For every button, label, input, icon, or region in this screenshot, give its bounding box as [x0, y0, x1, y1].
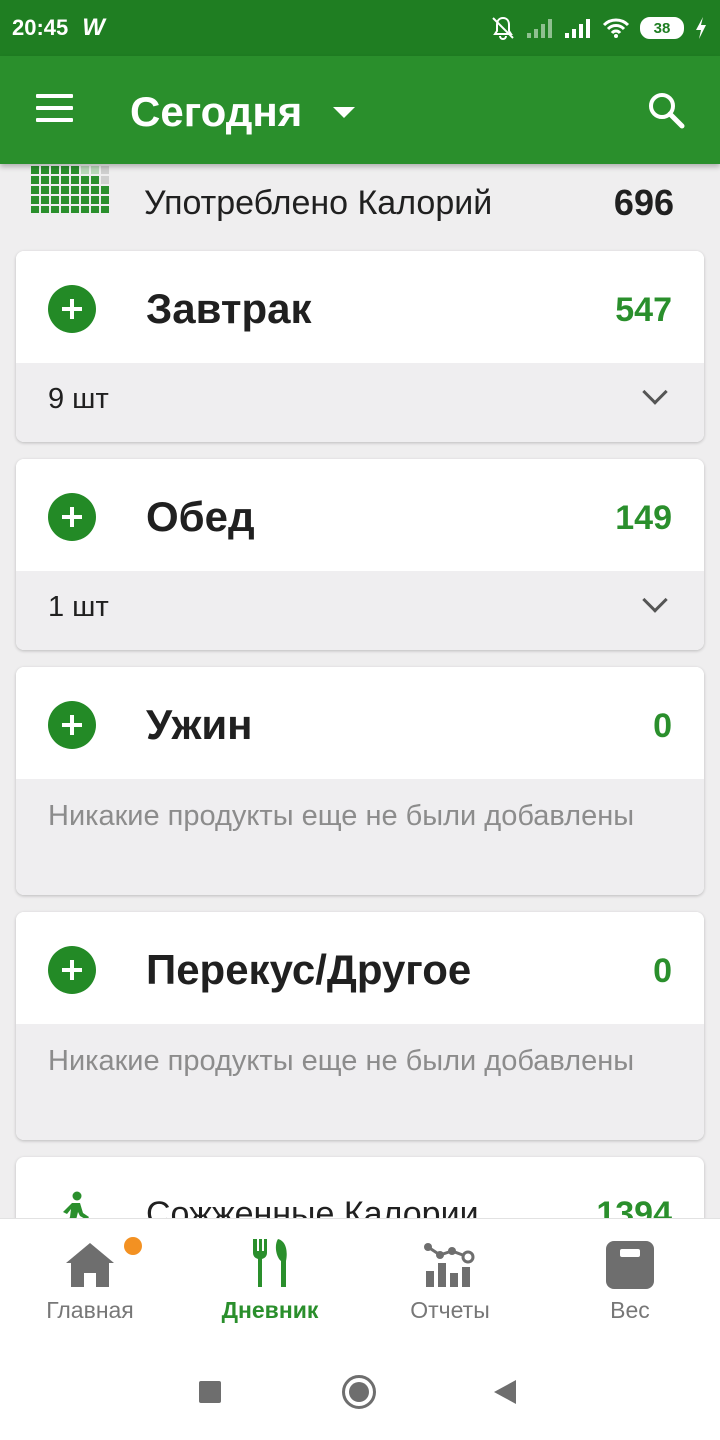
- status-bar: 20:45 W 38: [0, 0, 720, 56]
- charging-icon: [696, 17, 706, 39]
- nav-weight[interactable]: Вес: [540, 1219, 720, 1345]
- meal-card-header[interactable]: Завтрак 547: [16, 251, 704, 363]
- calories-consumed-label: Употреблено Калорий: [144, 184, 493, 222]
- app-notification-glyph: W: [82, 14, 105, 41]
- meal-card-header[interactable]: Перекус/Другое 0: [16, 912, 704, 1024]
- empty-meal-text: Никакие продукты еще не были добавлены: [48, 1045, 635, 1077]
- add-food-icon[interactable]: [48, 493, 96, 541]
- add-food-icon[interactable]: [48, 946, 96, 994]
- calories-consumed-value: 696: [613, 182, 674, 223]
- meal-title: Ужин: [146, 701, 253, 748]
- chevron-down-icon[interactable]: [642, 587, 668, 613]
- notification-dot: [124, 1237, 142, 1255]
- add-food-icon[interactable]: [48, 701, 96, 749]
- bottom-navigation: Главная Дневник Отчеты Вес: [0, 1218, 720, 1344]
- meal-title: Обед: [146, 493, 255, 540]
- meal-items-toggle[interactable]: 9 шт: [16, 363, 704, 442]
- meal-calories: 0: [653, 952, 672, 990]
- meal-item-count: 9 шт: [48, 383, 109, 415]
- home-button-icon[interactable]: [342, 1375, 376, 1409]
- nav-reports[interactable]: Отчеты: [360, 1219, 540, 1345]
- wifi-icon: [602, 18, 630, 38]
- fork-knife-icon: [252, 1239, 287, 1287]
- nav-label: Вес: [610, 1297, 650, 1323]
- nav-home[interactable]: Главная: [0, 1219, 180, 1345]
- meal-card-lunch: Обед 149 1 шт: [16, 459, 704, 650]
- empty-meal-text: Никакие продукты еще не были добавлены: [48, 800, 635, 832]
- meal-items-toggle[interactable]: 1 шт: [16, 571, 704, 650]
- menu-icon[interactable]: [36, 94, 73, 124]
- meal-card-snack: Перекус/Другое 0 Никакие продукты еще не…: [16, 912, 704, 1140]
- meal-empty-area: Никакие продукты еще не были добавлены: [16, 779, 704, 895]
- meal-empty-area: Никакие продукты еще не были добавлены: [16, 1024, 704, 1140]
- meal-calories: 547: [615, 291, 672, 329]
- add-food-icon[interactable]: [48, 285, 96, 333]
- nav-label: Отчеты: [410, 1297, 490, 1323]
- chart-icon: [424, 1243, 475, 1287]
- dropdown-caret-icon[interactable]: [333, 107, 355, 118]
- nav-label: Главная: [46, 1297, 134, 1323]
- meal-card-breakfast: Завтрак 547 9 шт: [16, 251, 704, 442]
- battery-icon: 38: [640, 17, 684, 39]
- meal-title: Завтрак: [146, 285, 312, 332]
- signal-icon: [527, 19, 552, 38]
- status-time: 20:45: [12, 15, 69, 40]
- meal-card-dinner: Ужин 0 Никакие продукты еще не были доба…: [16, 667, 704, 895]
- meal-card-header[interactable]: Ужин 0: [16, 667, 704, 779]
- meal-title: Перекус/Другое: [146, 946, 472, 993]
- back-icon[interactable]: [494, 1380, 516, 1404]
- scale-icon: [606, 1241, 654, 1289]
- calorie-grid-icon: [31, 166, 109, 213]
- system-navigation: [0, 1344, 720, 1440]
- meal-card-header[interactable]: Обед 149: [16, 459, 704, 571]
- search-icon[interactable]: [646, 90, 686, 130]
- nav-diary[interactable]: Дневник: [180, 1219, 360, 1345]
- page-title[interactable]: Сегодня: [130, 88, 302, 136]
- chevron-down-icon[interactable]: [642, 379, 668, 405]
- meal-calories: 149: [615, 499, 672, 537]
- nav-label: Дневник: [221, 1297, 319, 1323]
- recents-icon[interactable]: [199, 1381, 221, 1403]
- mute-bell-icon: [492, 16, 514, 40]
- home-icon: [66, 1243, 114, 1287]
- status-icons: 38: [490, 15, 708, 41]
- meal-item-count: 1 шт: [48, 591, 109, 623]
- calories-consumed-row: Употреблено Калорий 696: [0, 164, 720, 242]
- meal-calories: 0: [653, 707, 672, 745]
- battery-level: 38: [653, 19, 671, 37]
- signal-icon: [565, 19, 590, 38]
- app-bar: Сегодня: [0, 56, 720, 164]
